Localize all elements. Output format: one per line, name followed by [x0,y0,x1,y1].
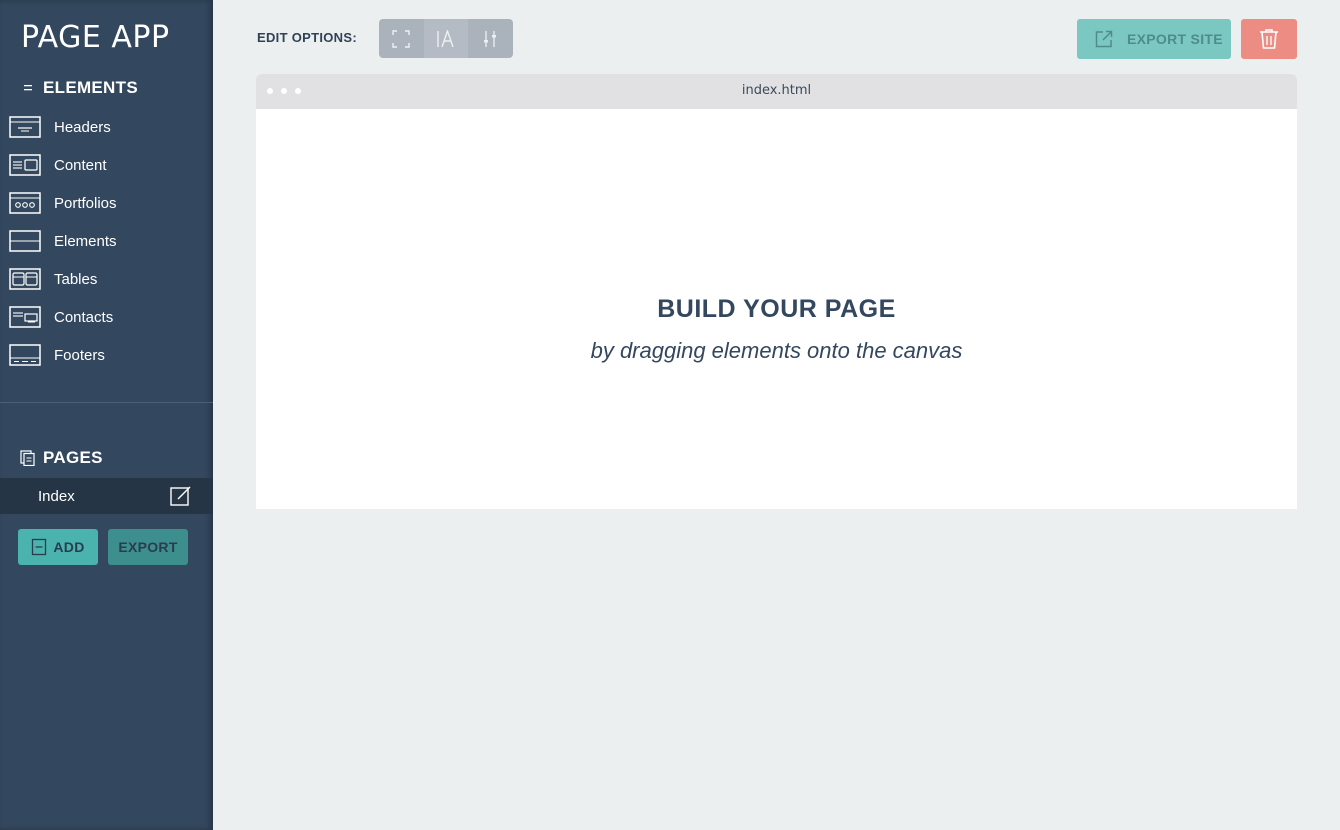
pages-icon [20,450,36,466]
contacts-block-icon [9,306,41,328]
add-page-icon [32,538,47,556]
pages-heading-label: PAGES [43,448,103,467]
app-logo: PAGE APP [21,20,170,55]
page-item-label: Index [38,487,75,505]
tables-block-icon [9,268,41,290]
sidebar-item-label: Portfolios [54,194,117,212]
text-style-button[interactable] [423,19,469,58]
trash-icon [1260,29,1278,49]
add-page-label: ADD [53,539,85,555]
sidebar-divider [0,402,213,403]
export-site-button[interactable]: EXPORT SITE [1077,19,1231,59]
sidebar-item-tables[interactable]: Tables [0,260,213,298]
external-link-icon [1095,30,1113,48]
sidebar-item-contacts[interactable]: Contacts [0,298,213,336]
export-page-label: EXPORT [118,539,178,555]
canvas-subtitle: by dragging elements onto the canvas [590,338,963,363]
canvas-title: BUILD YOUR PAGE [657,295,896,323]
elements-heading: ELEMENTS [20,78,138,98]
pages-heading: PAGES [20,448,103,468]
canvas-window: index.html BUILD YOUR PAGE by dragging e… [256,74,1297,509]
elements-heading-label: ELEMENTS [43,78,138,97]
sidebar-item-footers[interactable]: Footers [0,336,213,374]
sidebar-item-elements[interactable]: Elements [0,222,213,260]
text-style-icon [437,29,454,47]
window-title-bar: index.html [256,74,1297,109]
sidebar-item-label: Content [54,156,107,174]
page-canvas[interactable]: BUILD YOUR PAGE by dragging elements ont… [256,109,1297,509]
sidebar-item-label: Elements [54,232,117,250]
add-page-button[interactable]: ADD [18,529,98,565]
edit-page-icon[interactable] [169,485,191,507]
edit-options-label: EDIT OPTIONS: [257,30,357,45]
sliders-button[interactable] [468,19,513,58]
edit-options-toolbar [379,19,513,58]
content-block-icon [9,154,41,176]
export-site-label: EXPORT SITE [1127,31,1223,47]
elements-block-icon [9,230,41,252]
sidebar-item-label: Tables [54,270,98,288]
sidebar-item-content[interactable]: Content [0,146,213,184]
select-frame-button[interactable] [379,19,424,58]
sidebar-item-portfolios[interactable]: Portfolios [0,184,213,222]
export-page-button[interactable]: EXPORT [108,529,188,565]
portfolios-block-icon [9,192,41,214]
sidebar-item-label: Contacts [54,308,114,326]
delete-button[interactable] [1241,19,1297,59]
select-frame-icon [392,29,410,48]
headers-block-icon [9,116,41,138]
page-item-index[interactable]: Index [0,478,213,514]
sidebar-item-headers[interactable]: Headers [0,108,213,146]
sidebar: PAGE APP ELEMENTS Headers Content Portfo… [0,0,213,830]
footers-block-icon [9,344,41,366]
sidebar-item-label: Headers [54,118,111,136]
elements-handle-icon [20,80,36,96]
canvas-filename: index.html [741,83,812,98]
sidebar-item-label: Footers [54,346,105,364]
sliders-icon [484,30,497,47]
